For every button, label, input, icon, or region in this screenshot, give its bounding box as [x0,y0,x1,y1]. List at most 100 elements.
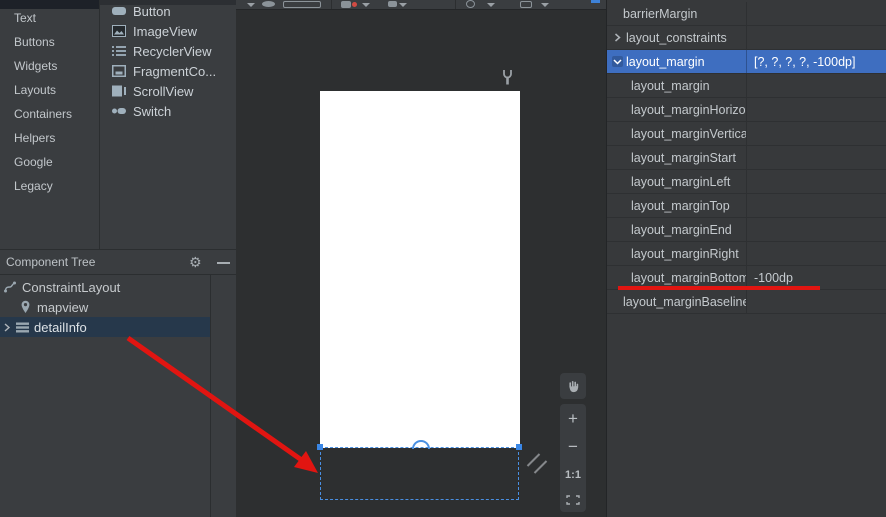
attr-row-layout-marginstart[interactable]: layout_marginStart [607,146,886,170]
fit-screen-icon[interactable] [566,495,580,505]
zoom-actual-size-button[interactable]: 1:1 [565,467,581,483]
toolbar-icon-fragment[interactable] [362,3,370,7]
imageview-icon [112,25,126,37]
attr-label: layout_marginRight [607,242,746,265]
component-tree-title: Component Tree [0,255,95,269]
toolbar-icon-fragment[interactable] [283,1,321,8]
attr-value[interactable] [746,98,886,121]
hide-panel-icon[interactable] [217,262,230,264]
attr-value[interactable] [746,194,886,217]
attr-row-layout-marginright[interactable]: layout_marginRight [607,242,886,266]
toolbar-icon-fragment[interactable] [399,3,407,7]
tree-item-label: mapview [37,300,88,315]
chevron-right-icon[interactable] [3,323,11,332]
attr-row-layout-constraints[interactable]: layout_constraints [607,26,886,50]
tree-item-constraintlayout[interactable]: ConstraintLayout [0,277,210,297]
attr-row-layout-marginend[interactable]: layout_marginEnd [607,218,886,242]
toolbar-icon-fragment[interactable] [262,1,275,7]
attr-value[interactable] [746,122,886,145]
toolbar-icon-fragment[interactable] [591,0,600,3]
tree-item-detailinfo[interactable]: detailInfo [0,317,210,337]
palette-category-helpers[interactable]: Helpers [0,126,99,150]
toolbar-icon-fragment[interactable] [520,1,532,8]
attr-value[interactable]: [?, ?, ?, ?, -100dp] [746,50,886,73]
recyclerview-icon [112,45,126,57]
toolbar-icon-fragment[interactable] [487,3,495,7]
attr-label: layout_marginHorizon... [607,98,746,121]
resize-corner-line[interactable] [534,460,547,473]
palette-item-label: Button [133,4,171,19]
scrollview-icon [112,85,126,97]
switch-icon [112,105,126,117]
palette-category-layouts[interactable]: Layouts [0,78,99,102]
palette-item-scrollview[interactable]: ScrollView [100,81,236,101]
palette-item-label: FragmentCo... [133,64,216,79]
toolbar-icon-fragment[interactable] [352,2,357,7]
palette-category-widgets[interactable]: Widgets [0,54,99,78]
palette-item-button[interactable]: Button [100,1,236,21]
attr-row-layout-marginleft[interactable]: layout_marginLeft [607,170,886,194]
palette-item-label: ImageView [133,24,197,39]
palette-category-text[interactable]: Text [0,6,99,30]
zoom-in-button[interactable]: + [568,411,578,427]
pan-button[interactable] [560,373,586,399]
palette-item-imageview[interactable]: ImageView [100,21,236,41]
selection-handle-top-left[interactable] [317,444,323,450]
palette-item-switch[interactable]: Switch [100,101,236,121]
selected-view-detailinfo-bounds[interactable] [320,447,519,500]
component-tree-edge [210,275,211,517]
toolbar-icon-fragment[interactable] [341,1,351,8]
fragment-container-icon [112,65,126,77]
palette-item-fragmentcontainer[interactable]: FragmentCo... [100,61,236,81]
palette-item-label: Switch [133,104,171,119]
attr-value[interactable] [746,290,886,313]
palette-item-recyclerview[interactable]: RecyclerView [100,41,236,61]
attr-row-barriermargin[interactable]: barrierMargin [607,2,886,26]
attr-value[interactable] [746,170,886,193]
attr-value[interactable] [746,146,886,169]
attr-label: layout_marginStart [607,146,746,169]
toolbar-icon-fragment[interactable] [388,1,397,7]
attr-value[interactable] [746,242,886,265]
selection-handle-top-right[interactable] [516,444,522,450]
attr-row-layout-margin[interactable]: layout_margin [607,74,886,98]
list-rows-icon [16,321,29,334]
palette-category-containers[interactable]: Containers [0,102,99,126]
attr-row-layout-margintop[interactable]: layout_marginTop [607,194,886,218]
attr-label: layout_marginTop [607,194,746,217]
attr-row-layout-marginhorizontal[interactable]: layout_marginHorizon... [607,98,886,122]
attr-value[interactable] [746,74,886,97]
chevron-right-icon[interactable] [612,32,623,43]
palette-panel: Text Buttons Widgets Layouts Containers … [0,0,236,517]
attr-row-layout-marginvertical[interactable]: layout_marginVertical [607,122,886,146]
palette-item-label: RecyclerView [133,44,212,59]
toolbar-icon-fragment[interactable] [466,0,475,8]
tree-item-mapview[interactable]: mapview [0,297,210,317]
device-screen[interactable] [320,91,520,448]
toolbar-icon-fragment[interactable] [247,3,255,7]
zoom-controls: + − 1:1 [560,404,586,512]
attr-label: layout_marginEnd [607,218,746,241]
zoom-out-button[interactable]: − [568,439,578,455]
palette-category-google[interactable]: Google [0,150,99,174]
attr-label: layout_marginVertical [607,122,746,145]
attr-row-layout-marginbaseline[interactable]: layout_marginBaseline [607,290,886,314]
resize-corner-line[interactable] [527,453,540,466]
attr-row-layout-margin-group[interactable]: layout_margin [?, ?, ?, ?, -100dp] [607,50,886,74]
toolbar-icon-fragment[interactable] [541,3,549,7]
tree-item-label: detailInfo [34,320,87,335]
attr-label: layout_marginLeft [607,170,746,193]
attr-label: barrierMargin [607,2,746,25]
location-pin-icon [19,300,32,314]
palette-category-legacy[interactable]: Legacy [0,174,99,198]
attr-value[interactable] [746,218,886,241]
gear-icon[interactable]: ⚙ [189,254,202,270]
red-underline-annotation [618,286,820,290]
attr-value[interactable] [746,26,886,49]
wrench-icon[interactable] [502,70,513,85]
attr-value[interactable] [746,2,886,25]
chevron-down-icon[interactable] [612,56,623,67]
attr-label: layout_margin [607,74,746,97]
palette-category-buttons[interactable]: Buttons [0,30,99,54]
tree-item-label: ConstraintLayout [22,280,120,295]
